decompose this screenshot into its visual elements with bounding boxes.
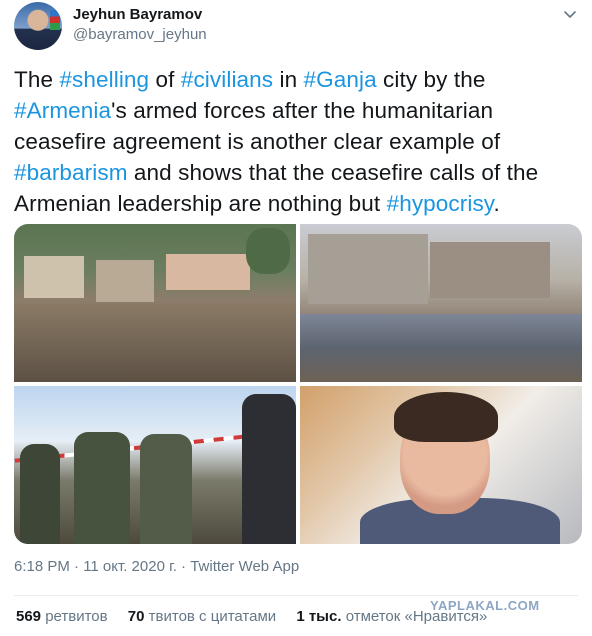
- retweets-label: ретвитов: [45, 608, 108, 625]
- retweets-count: 569: [16, 608, 42, 625]
- quotes-label: твитов с цитатами: [148, 608, 277, 625]
- tweet-text: The #shelling of #civilians in #Ganja ci…: [14, 64, 580, 219]
- quotes-count: 70: [127, 608, 145, 625]
- divider: [14, 595, 578, 596]
- photo-rescue-workers[interactable]: [14, 386, 296, 544]
- tweet-timestamp[interactable]: 6:18 PM · 11 окт. 2020 г. · Twitter Web …: [14, 558, 299, 575]
- photo-injured-child[interactable]: [300, 386, 582, 544]
- photo-ruined-building[interactable]: [300, 224, 582, 382]
- hashtag-link[interactable]: #civilians: [181, 67, 273, 92]
- retweets-stat[interactable]: 569 ретвитов: [16, 608, 108, 625]
- photo-aerial-destruction[interactable]: [14, 224, 296, 382]
- hashtag-link[interactable]: #Armenia: [14, 98, 111, 123]
- quotes-stat[interactable]: 70 твитов с цитатами: [128, 608, 276, 625]
- chevron-down-icon[interactable]: [562, 6, 578, 22]
- flag-icon: [50, 10, 60, 30]
- media-grid: [14, 224, 582, 544]
- author-handle[interactable]: @bayramov_jeyhun: [73, 26, 207, 43]
- tweet-text-segment: .: [493, 191, 500, 216]
- author-name[interactable]: Jeyhun Bayramov: [73, 6, 202, 23]
- hashtag-link[interactable]: #barbarism: [14, 160, 128, 185]
- tweet-text-segment: in: [273, 67, 304, 92]
- avatar[interactable]: [14, 2, 62, 50]
- hashtag-link[interactable]: #hypocrisy: [387, 191, 494, 216]
- likes-count: 1 тыс.: [296, 608, 342, 625]
- watermark: YAPLAKAL.COM: [430, 598, 540, 613]
- tweet-text-segment: The: [14, 67, 60, 92]
- hashtag-link[interactable]: #shelling: [59, 67, 149, 92]
- tweet-text-segment: of: [149, 67, 181, 92]
- tweet-text-segment: city by the: [376, 67, 486, 92]
- hashtag-link[interactable]: #Ganja: [304, 67, 377, 92]
- tweet: Jeyhun Bayramov @bayramov_jeyhun The #sh…: [0, 0, 592, 636]
